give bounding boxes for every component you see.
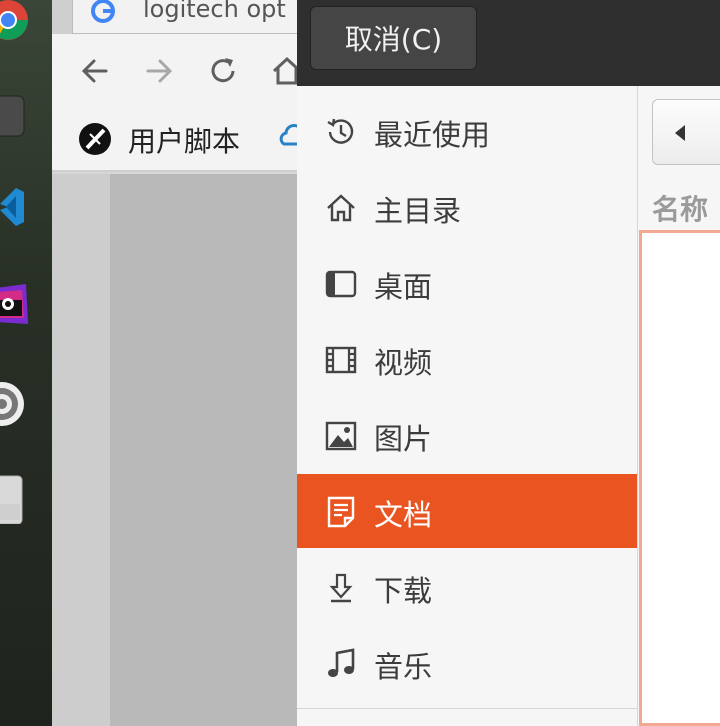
- tampermonkey-icon[interactable]: [78, 122, 112, 156]
- chrome-dock-icon[interactable]: [0, 0, 40, 50]
- file-chooser-dialog: 取消(C) 最近使用 主目录 桌面 视频 图片 文档 下载 音乐 名称: [297, 0, 720, 726]
- page-column: [110, 174, 300, 726]
- sidebar-item-desktop[interactable]: 桌面: [297, 246, 637, 320]
- column-header-name[interactable]: 名称: [639, 180, 720, 230]
- path-back-button[interactable]: [652, 99, 720, 165]
- google-favicon-icon: [91, 0, 115, 23]
- desktop-icon: [325, 270, 357, 298]
- settings-gear-dock-icon[interactable]: [0, 378, 40, 428]
- sidebar-item-documents[interactable]: 文档: [297, 474, 637, 548]
- sidebar-item-pictures[interactable]: 图片: [297, 398, 637, 472]
- sidebar-item-label: 最近使用: [374, 118, 491, 152]
- places-sidebar: 最近使用 主目录 桌面 视频 图片 文档 下载 音乐: [297, 86, 638, 726]
- back-arrow-icon[interactable]: [78, 54, 112, 88]
- file-list-pane: 名称: [639, 86, 720, 726]
- cancel-button[interactable]: 取消(C): [310, 6, 477, 70]
- browser-tab[interactable]: logitech opt: [72, 0, 332, 34]
- sidebar-divider: [297, 708, 637, 709]
- document-icon: [327, 496, 355, 528]
- dock: [0, 0, 52, 726]
- sidebar-item-downloads[interactable]: 下载: [297, 550, 637, 624]
- screenshot-dock-icon[interactable]: [0, 278, 40, 328]
- vscode-dock-icon[interactable]: [0, 182, 40, 232]
- download-icon: [329, 573, 353, 603]
- sidebar-item-home[interactable]: 主目录: [297, 170, 637, 244]
- disk-dock-icon[interactable]: [0, 474, 40, 524]
- tab-title: logitech opt: [143, 0, 286, 23]
- sidebar-item-label: 文档: [374, 498, 433, 532]
- bookmark-label[interactable]: 用户脚本: [128, 120, 240, 160]
- sidebar-item-label: 桌面: [374, 270, 433, 304]
- file-list[interactable]: [639, 230, 720, 726]
- sidebar-item-recent[interactable]: 最近使用: [297, 94, 637, 168]
- image-icon: [325, 421, 357, 451]
- sidebar-item-label: 图片: [374, 422, 433, 456]
- recent-clock-icon: [327, 118, 354, 144]
- home-icon: [327, 194, 355, 222]
- sidebar-item-label: 下载: [374, 574, 433, 608]
- sidebar-item-label: 主目录: [374, 194, 462, 228]
- sidebar-item-label: 音乐: [374, 650, 433, 684]
- film-icon: [325, 346, 357, 374]
- music-note-icon: [328, 648, 355, 677]
- sidebar-item-videos[interactable]: 视频: [297, 322, 637, 396]
- left-arrow-icon: [675, 125, 685, 141]
- dialog-headerbar: 取消(C): [297, 0, 720, 86]
- sidebar-item-music[interactable]: 音乐: [297, 626, 637, 700]
- sidebar-item-label: 视频: [374, 346, 433, 380]
- column-name-label: 名称: [652, 193, 709, 226]
- reload-icon[interactable]: [206, 54, 240, 88]
- terminal-dock-icon[interactable]: [0, 90, 40, 140]
- forward-arrow-icon[interactable]: [142, 54, 176, 88]
